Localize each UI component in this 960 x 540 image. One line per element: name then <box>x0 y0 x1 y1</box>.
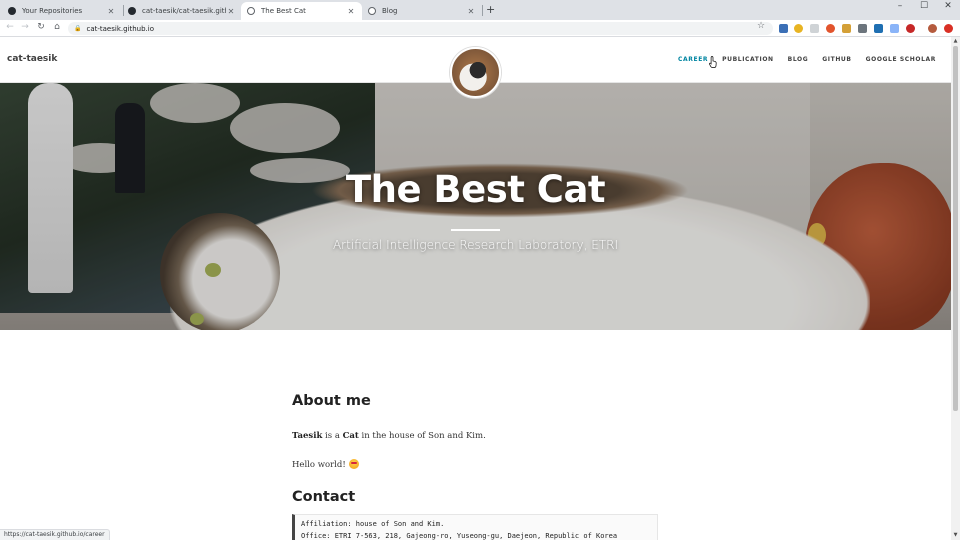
contact-line: Affiliation: house of Son and Kim. <box>301 520 445 528</box>
star-struck-emoji-icon <box>348 459 359 469</box>
link-status-bar: https://cat-taesik.github.io/career <box>0 529 110 540</box>
nav-publication[interactable]: PUBLICATION <box>715 56 781 63</box>
web-page: The Best Cat Artificial Intelligence Res… <box>0 37 951 540</box>
close-icon[interactable]: ✕ <box>466 7 476 16</box>
back-icon[interactable]: ← <box>4 22 16 32</box>
page-scrollbar[interactable]: ▲ ▼ <box>951 37 960 540</box>
extension-icon[interactable] <box>874 24 883 33</box>
tab-your-repositories[interactable]: Your Repositories ✕ <box>2 2 122 20</box>
tab-title: Your Repositories <box>22 7 83 15</box>
about-paragraph: Taesik is a Cat in the house of Son and … <box>292 431 486 441</box>
browser-tab-strip: Your Repositories ✕ cat-taesik/cat-taesi… <box>0 0 960 20</box>
site-brand[interactable]: cat-taesik <box>7 54 57 64</box>
tab-divider <box>482 5 483 16</box>
nav-blog[interactable]: BLOG <box>781 56 816 63</box>
hand-cursor-icon <box>709 56 717 68</box>
hero-title: The Best Cat <box>345 168 606 211</box>
about-cat: Cat <box>342 431 359 441</box>
about-text: in the house of Son and Kim. <box>358 431 486 441</box>
extension-icon[interactable] <box>826 24 835 33</box>
scroll-up-icon[interactable]: ▲ <box>951 38 960 44</box>
extension-icon[interactable] <box>858 24 867 33</box>
scrollbar-thumb[interactable] <box>953 46 958 411</box>
contact-code-block: Affiliation: house of Son and Kim. Offic… <box>292 514 658 540</box>
scroll-down-icon[interactable]: ▼ <box>951 532 960 538</box>
address-text: cat-taesik.github.io <box>86 24 155 33</box>
update-icon[interactable] <box>944 24 953 33</box>
nav-github[interactable]: GITHUB <box>815 56 858 63</box>
extension-icon[interactable] <box>890 24 899 33</box>
bookmark-star-icon[interactable]: ☆ <box>757 21 765 31</box>
browser-toolbar: ← → ↻ ⌂ 🔒 cat-taesik.github.io ☆ <box>0 20 960 37</box>
extension-icon[interactable] <box>779 24 788 33</box>
hero-header: The Best Cat Artificial Intelligence Res… <box>0 83 951 330</box>
tab-title: cat-taesik/cat-taesik.github.io: B <box>142 7 226 15</box>
maximize-icon[interactable]: ☐ <box>912 1 936 11</box>
reload-icon[interactable]: ↻ <box>35 22 47 32</box>
globe-icon <box>247 7 255 15</box>
extension-icon[interactable] <box>794 24 803 33</box>
extension-icon[interactable] <box>810 24 819 33</box>
hello-text: Hello world! <box>292 460 346 470</box>
github-icon <box>8 7 16 15</box>
close-icon[interactable]: ✕ <box>346 7 356 16</box>
lock-icon: 🔒 <box>74 25 82 32</box>
globe-icon <box>368 7 376 15</box>
home-icon[interactable]: ⌂ <box>51 22 63 32</box>
contact-line: Office: ETRI 7-563, 218, Gajeong-ro, Yus… <box>301 531 618 540</box>
hero-divider <box>451 229 500 231</box>
new-tab-button[interactable]: + <box>486 3 495 16</box>
avatar[interactable] <box>450 47 501 98</box>
close-icon[interactable]: ✕ <box>106 7 116 16</box>
hero-subtitle: Artificial Intelligence Research Laborat… <box>332 238 619 252</box>
about-text: is a <box>322 431 343 441</box>
extension-icon[interactable] <box>906 24 915 33</box>
about-heading: About me <box>292 393 371 409</box>
address-bar[interactable]: 🔒 cat-taesik.github.io <box>68 22 773 35</box>
github-icon <box>128 7 136 15</box>
tab-the-best-cat[interactable]: The Best Cat ✕ <box>241 2 362 20</box>
tab-blog[interactable]: Blog ✕ <box>362 2 482 20</box>
extension-icon[interactable] <box>842 24 851 33</box>
tab-repo[interactable]: cat-taesik/cat-taesik.github.io: B ✕ <box>122 2 242 20</box>
about-name: Taesik <box>292 431 323 441</box>
window-close-icon[interactable]: ✕ <box>936 1 960 11</box>
profile-avatar-icon[interactable] <box>928 24 937 33</box>
contact-heading: Contact <box>292 489 356 505</box>
minimize-icon[interactable]: – <box>888 1 912 11</box>
tab-title: The Best Cat <box>261 7 306 15</box>
nav-google-scholar[interactable]: GOOGLE SCHOLAR <box>859 56 943 63</box>
close-icon[interactable]: ✕ <box>226 7 236 16</box>
forward-icon[interactable]: → <box>19 22 31 32</box>
tab-title: Blog <box>382 7 398 15</box>
hello-paragraph: Hello world! <box>292 459 359 470</box>
